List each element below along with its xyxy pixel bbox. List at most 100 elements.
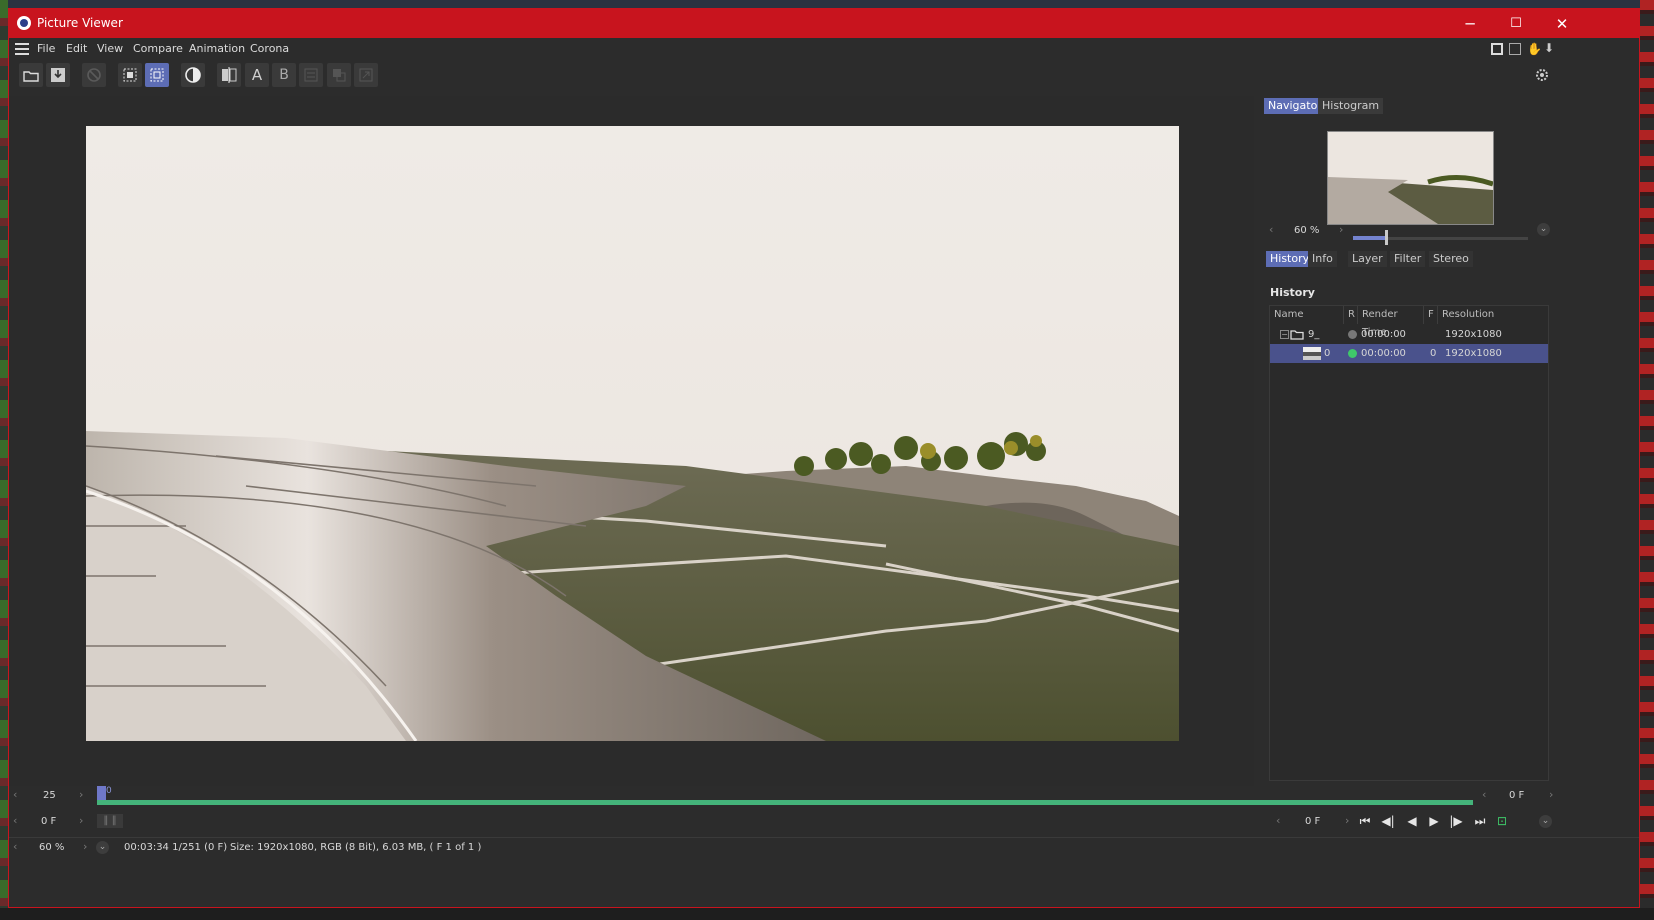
zoom-decrease-arrow[interactable]: ‹ xyxy=(1269,223,1273,236)
history-heading: History xyxy=(1270,286,1315,299)
start-frame-increase-arrow[interactable]: › xyxy=(79,814,83,827)
fps-field[interactable]: 25 xyxy=(43,790,56,801)
pin-icon[interactable]: ⬇ xyxy=(1544,41,1554,55)
export-icon[interactable] xyxy=(354,63,378,87)
minimize-button[interactable]: ─ xyxy=(1447,9,1493,38)
step-back-icon[interactable]: ◀| xyxy=(1379,812,1397,830)
menu-edit[interactable]: Edit xyxy=(66,42,87,55)
history-render-time: 00:00:00 xyxy=(1361,329,1406,340)
render-thumbnail xyxy=(1303,347,1321,360)
start-frame-field[interactable]: 0 F xyxy=(41,816,56,827)
column-f[interactable]: F xyxy=(1424,306,1438,324)
maximize-button[interactable]: ☐ xyxy=(1493,9,1539,38)
open-folder-icon[interactable] xyxy=(19,63,43,87)
window-title: Picture Viewer xyxy=(37,16,123,30)
start-frame-decrease-arrow[interactable]: ‹ xyxy=(13,814,17,827)
status-zoom-field[interactable]: 60 % xyxy=(39,842,64,853)
title-bar[interactable]: Picture Viewer ─ ☐ ✕ xyxy=(9,9,1639,38)
chevron-down-icon[interactable]: ⌄ xyxy=(1537,223,1550,236)
close-button[interactable]: ✕ xyxy=(1539,9,1585,38)
folder-icon xyxy=(1290,330,1304,340)
menu-animation[interactable]: Animation xyxy=(189,42,245,55)
save-icon[interactable] xyxy=(46,63,70,87)
collapse-toggle-icon[interactable]: − xyxy=(1280,330,1289,339)
status-size-info: Size: 1920x1080, RGB (8 Bit), 6.03 MB, (… xyxy=(230,842,482,853)
region-render-icon[interactable] xyxy=(118,63,142,87)
tab-histogram[interactable]: Histogram xyxy=(1318,98,1384,114)
layout-panel-icon[interactable] xyxy=(1491,43,1503,55)
column-render-time[interactable]: Render Time xyxy=(1358,306,1424,338)
tab-filter[interactable]: Filter xyxy=(1390,251,1426,267)
loop-record-icon[interactable]: ⊡ xyxy=(1493,812,1511,830)
frame-increase-arrow[interactable]: › xyxy=(1345,814,1349,827)
menu-corona[interactable]: Corona xyxy=(250,42,289,55)
compare-split-icon[interactable] xyxy=(217,63,241,87)
timeline-bar[interactable] xyxy=(97,800,1473,805)
history-table: Name R Render Time F Resolution − 9_ 00:… xyxy=(1269,305,1549,781)
auto-zoom-icon[interactable] xyxy=(145,63,169,87)
tab-stereo[interactable]: Stereo xyxy=(1429,251,1473,267)
go-to-end-icon[interactable]: ⏭ xyxy=(1471,812,1489,830)
settings-gear-icon[interactable] xyxy=(1530,63,1554,87)
column-name[interactable]: Name xyxy=(1270,306,1344,324)
history-name: 0 xyxy=(1324,348,1331,359)
navigator-thumbnail[interactable] xyxy=(1327,131,1494,225)
menu-view[interactable]: View xyxy=(97,42,123,55)
menu-bar: File Edit View Compare Animation Corona … xyxy=(9,38,1639,62)
end-frame-decrease-arrow[interactable]: ‹ xyxy=(1482,788,1486,801)
menu-file[interactable]: File xyxy=(37,42,55,55)
tab-history[interactable]: History xyxy=(1266,251,1314,267)
end-frame-increase-arrow[interactable]: › xyxy=(1549,788,1553,801)
chevron-down-icon[interactable]: ⌄ xyxy=(1539,815,1552,828)
cinema4d-logo-icon xyxy=(17,16,31,30)
history-name: 9_ xyxy=(1308,329,1320,340)
play-forward-icon[interactable]: ▶ xyxy=(1425,812,1443,830)
column-resolution[interactable]: Resolution xyxy=(1438,306,1548,324)
undock-icon[interactable] xyxy=(1509,43,1521,55)
stop-render-icon[interactable] xyxy=(82,63,106,87)
image-viewport[interactable] xyxy=(9,96,1254,786)
navigator-zoom-value[interactable]: 60 % xyxy=(1294,225,1319,236)
frame-decrease-arrow[interactable]: ‹ xyxy=(1276,814,1280,827)
compare-a-icon[interactable]: A xyxy=(245,63,269,87)
history-row[interactable]: − 9_ 00:00:00 1920x1080 xyxy=(1270,325,1548,344)
tab-info[interactable]: Info xyxy=(1308,251,1337,267)
history-render-time: 00:00:00 xyxy=(1361,348,1406,359)
history-resolution: 1920x1080 xyxy=(1445,348,1502,359)
status-zoom-decrease-arrow[interactable]: ‹ xyxy=(13,840,17,853)
history-row-selected[interactable]: 0 00:00:00 0 1920x1080 xyxy=(1270,344,1548,363)
contrast-icon[interactable] xyxy=(181,63,205,87)
timeline-playhead[interactable] xyxy=(97,786,106,800)
picture-viewer-window: Picture Viewer ─ ☐ ✕ File Edit View Comp… xyxy=(8,8,1640,908)
pan-hand-icon[interactable]: ✋ xyxy=(1527,42,1542,56)
go-to-start-icon[interactable]: ⏮ xyxy=(1356,812,1374,830)
compare-mode-icon[interactable] xyxy=(299,63,323,87)
history-resolution: 1920x1080 xyxy=(1445,329,1502,340)
loop-range-icon[interactable]: ‖ ‖ xyxy=(97,814,123,828)
rendered-image[interactable] xyxy=(86,126,1179,741)
overlay-icon[interactable] xyxy=(327,63,351,87)
current-frame-field[interactable]: 0 F xyxy=(1305,816,1320,827)
timeline-marker-label: 0 xyxy=(106,786,112,796)
render-status-dot xyxy=(1348,330,1357,339)
zoom-increase-arrow[interactable]: › xyxy=(1339,223,1343,236)
fps-increase-arrow[interactable]: › xyxy=(79,788,83,801)
hamburger-menu-icon[interactable] xyxy=(15,43,29,55)
chevron-down-icon[interactable]: ⌄ xyxy=(96,841,109,854)
desktop-background xyxy=(0,0,1654,8)
desktop-background-left xyxy=(0,0,8,920)
play-backward-icon[interactable]: ◀ xyxy=(1403,812,1421,830)
status-time: 00:03:34 1/251 (0 F) xyxy=(124,842,228,853)
column-r[interactable]: R xyxy=(1344,306,1358,324)
menu-compare[interactable]: Compare xyxy=(133,42,183,55)
tab-layer[interactable]: Layer xyxy=(1348,251,1387,267)
step-forward-icon[interactable]: |▶ xyxy=(1447,812,1465,830)
tab-navigator[interactable]: Navigator xyxy=(1264,98,1326,114)
compare-b-icon[interactable]: B xyxy=(272,63,296,87)
fps-decrease-arrow[interactable]: ‹ xyxy=(13,788,17,801)
desktop-background-right xyxy=(1640,0,1654,920)
zoom-slider-handle[interactable] xyxy=(1385,230,1388,245)
end-frame-field[interactable]: 0 F xyxy=(1509,790,1524,801)
history-frame: 0 xyxy=(1430,348,1437,359)
status-zoom-increase-arrow[interactable]: › xyxy=(83,840,87,853)
